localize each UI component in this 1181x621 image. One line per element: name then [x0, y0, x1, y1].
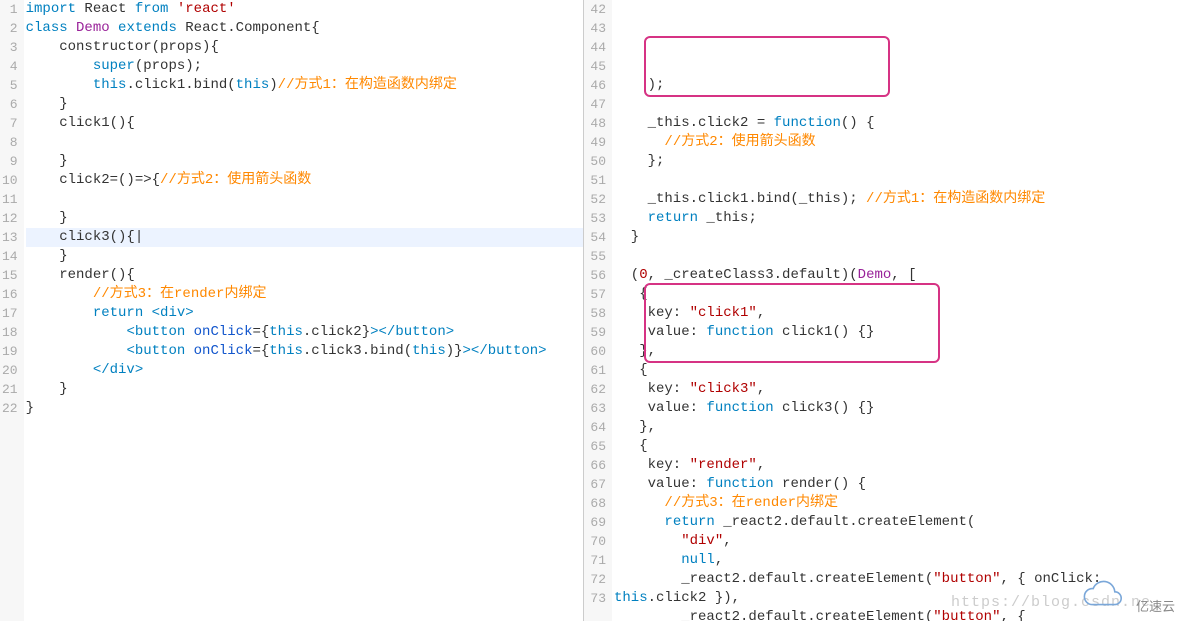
code-line[interactable]: _this.click1.bind(_this); //方式1：在构造函数内绑定	[614, 190, 1181, 209]
code-line[interactable]: {	[614, 437, 1181, 456]
code-line[interactable]: this.click2 }),	[614, 589, 1181, 608]
code-line[interactable]: }	[26, 152, 583, 171]
code-line[interactable]: this.click1.bind(this)//方式1：在构造函数内绑定	[26, 76, 583, 95]
code-line[interactable]: return _react2.default.createElement(	[614, 513, 1181, 532]
code-line[interactable]: value: function click1() {}	[614, 323, 1181, 342]
code-line[interactable]: return <div>	[26, 304, 583, 323]
code-line[interactable]	[614, 171, 1181, 190]
code-line[interactable]: </div>	[26, 361, 583, 380]
code-line[interactable]: import React from 'react'	[26, 0, 583, 19]
code-line[interactable]: value: function click3() {}	[614, 399, 1181, 418]
code-line[interactable]: key: "click3",	[614, 380, 1181, 399]
code-line[interactable]	[614, 247, 1181, 266]
code-line[interactable]: },	[614, 342, 1181, 361]
code-line[interactable]: value: function render() {	[614, 475, 1181, 494]
left-code-area[interactable]: import React from 'react'class Demo exte…	[24, 0, 583, 621]
code-line[interactable]: constructor(props){	[26, 38, 583, 57]
code-line[interactable]: }	[26, 380, 583, 399]
code-line[interactable]: }	[26, 95, 583, 114]
code-line[interactable]: }	[26, 247, 583, 266]
code-line[interactable]: click3(){|	[26, 228, 583, 247]
code-line[interactable]: "div",	[614, 532, 1181, 551]
code-line[interactable]: <button onClick={this.click3.bind(this)}…	[26, 342, 583, 361]
code-line[interactable]	[26, 190, 583, 209]
code-line[interactable]: _react2.default.createElement("button", …	[614, 570, 1181, 589]
code-line[interactable]: }	[26, 399, 583, 418]
code-line[interactable]: (0, _createClass3.default)(Demo, [	[614, 266, 1181, 285]
code-line[interactable]: <button onClick={this.click2}></button>	[26, 323, 583, 342]
code-line[interactable]: {	[614, 285, 1181, 304]
code-line[interactable]: return _this;	[614, 209, 1181, 228]
code-line[interactable]: {	[614, 361, 1181, 380]
left-editor-pane: 12345678910111213141516171819202122 impo…	[0, 0, 584, 621]
right-editor-pane: 4243444546474849505152535455565758596061…	[584, 0, 1181, 621]
code-line[interactable]: //方式3：在render内绑定	[26, 285, 583, 304]
left-gutter: 12345678910111213141516171819202122	[0, 0, 24, 621]
code-line[interactable]: class Demo extends React.Component{	[26, 19, 583, 38]
code-line[interactable]: },	[614, 418, 1181, 437]
code-line[interactable]: }	[614, 228, 1181, 247]
code-line[interactable]: //方式2：使用箭头函数	[614, 133, 1181, 152]
code-line[interactable]: _react2.default.createElement("button", …	[614, 608, 1181, 621]
right-code-area[interactable]: ); _this.click2 = function() { //方式2：使用箭…	[612, 0, 1181, 621]
code-line[interactable]: key: "render",	[614, 456, 1181, 475]
code-line[interactable]: //方式3：在render内绑定	[614, 494, 1181, 513]
code-line[interactable]: };	[614, 152, 1181, 171]
code-line[interactable]: render(){	[26, 266, 583, 285]
right-gutter: 4243444546474849505152535455565758596061…	[584, 0, 612, 621]
code-line[interactable]: _this.click2 = function() {	[614, 114, 1181, 133]
code-line[interactable]: null,	[614, 551, 1181, 570]
code-line[interactable]: super(props);	[26, 57, 583, 76]
code-line[interactable]: );	[614, 76, 1181, 95]
code-line[interactable]: }	[26, 209, 583, 228]
code-line[interactable]: click1(){	[26, 114, 583, 133]
code-line[interactable]: key: "click1",	[614, 304, 1181, 323]
code-line[interactable]: click2=()=>{//方式2：使用箭头函数	[26, 171, 583, 190]
code-line[interactable]	[614, 95, 1181, 114]
code-line[interactable]	[26, 133, 583, 152]
